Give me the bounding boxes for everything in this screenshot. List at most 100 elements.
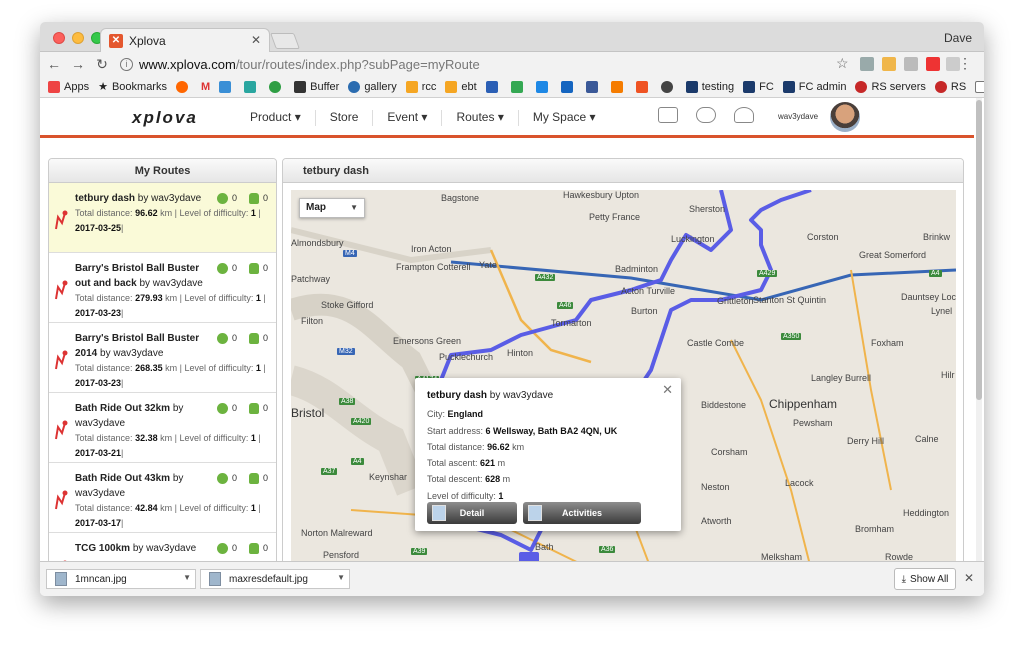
window-controls [53,32,103,44]
like-count-icon [248,473,259,484]
download-count: 0 [231,263,237,273]
user-icon[interactable] [734,107,754,123]
nav-my-space[interactable]: My Space ▾ [519,110,610,126]
bookmark-item[interactable]: FC [743,80,774,93]
bookmark-icon-only[interactable] [510,80,527,93]
extension-icon[interactable] [860,57,874,71]
minimize-window-button[interactable] [72,32,84,44]
star-icon: ★ [98,81,108,93]
bookmark-item[interactable]: Apps [48,80,89,93]
map-place-label: Heddington [903,508,950,518]
download-count: 0 [231,333,237,343]
bookmark-icon-only[interactable] [635,80,652,93]
bookmark-item[interactable]: RS servers [855,80,926,93]
bookmark-item[interactable]: thumb [975,80,984,93]
road-sign: A37 [321,468,338,475]
info-descent: Total descent: 628 m [427,474,511,485]
bookmark-item[interactable]: testing [685,80,734,93]
info-icon[interactable]: i [120,57,133,71]
download-count-icon [216,263,228,274]
route-map[interactable]: Map ▼ Hawkesbury Upton Bagstone Petty Franc… [291,190,956,561]
bookmark-icon-only[interactable] [175,80,192,93]
map-place-label: Sherston [689,204,726,214]
scrollbar-thumb[interactable] [976,100,982,400]
extension-icon[interactable] [904,57,918,71]
nav-store[interactable]: Store [316,110,374,126]
profile-name[interactable]: Dave [944,31,972,45]
xplova-logo[interactable]: xplova [132,108,198,128]
close-icon[interactable]: ✕ [662,382,673,398]
extension-icon[interactable] [926,57,940,71]
bookmark-icon-only[interactable] [219,80,235,93]
bookmark-icon-only[interactable] [485,80,502,93]
nav-routes[interactable]: Routes ▾ [442,110,519,126]
url-host: www.xplova.com [139,56,236,72]
bookmark-item[interactable]: Buffer [294,80,339,93]
map-place-label: Bristol [291,406,325,420]
bookmark-item[interactable]: RS [934,80,966,93]
map-place-label: Rowde [885,552,914,561]
tab-xplova[interactable]: ✕ Xplova ✕ [100,28,270,52]
main-nav: Product ▾ Store Event ▾ Routes ▾ My Spac… [236,110,610,126]
bookmark-icon-only[interactable] [560,80,577,93]
chevron-down-icon[interactable]: ▼ [337,573,345,582]
forward-arrow-icon[interactable]: → [68,56,88,72]
activities-button[interactable]: Activities [523,502,641,524]
map-place-label: Great Somerford [859,250,927,260]
route-list-item[interactable]: 0 0 Bath Ride Out 43km by wav3ydave Total d… [49,463,276,533]
bookmark-icon-only[interactable] [585,80,602,93]
bookmark-icon-only[interactable] [244,80,260,93]
map-panel-title: tetbury dash [283,159,963,183]
route-list-item[interactable]: 0 0 Barry's Bristol Ball Buster out and ba… [49,253,276,323]
mail-icon[interactable] [658,107,678,123]
bookmark-item[interactable]: gallery [348,80,397,93]
reload-icon[interactable]: ↻ [92,56,112,73]
bookmark-item[interactable]: ★ Bookmarks [98,80,167,94]
map-place-label: Luckington [671,234,715,244]
detail-button[interactable]: Detail [427,502,517,524]
back-arrow-icon[interactable]: ← [44,56,64,72]
route-list-item[interactable]: 0 0 tetbury dash by wav3ydave Total distanc… [49,183,276,253]
tab-close-icon[interactable]: ✕ [251,33,261,47]
bookmark-item[interactable]: ebt [445,80,477,93]
new-tab-button[interactable] [270,33,300,49]
menu-dots-icon[interactable]: ⋮ [958,55,972,72]
map-place-label: Derry Hill [847,436,884,446]
download-item[interactable]: 1mncan.jpg ▼ [46,569,196,589]
bookmark-icon-only[interactable]: M [201,81,210,93]
map-place-label: Stoke Gifford [321,300,374,310]
route-list-item[interactable]: 0 0 TCG 100km by wav3ydave [49,533,276,561]
download-item[interactable]: maxresdefault.jpg ▼ [200,569,350,589]
show-all-button[interactable]: ⤓ Show All [894,568,956,590]
username[interactable]: wav3ydave [778,112,818,121]
bookmark-star-icon[interactable]: ☆ [836,55,849,72]
chevron-down-icon[interactable]: ▼ [183,573,191,582]
address-bar[interactable]: i www.xplova.com /tour/routes/index.php?… [120,54,850,74]
bookmark-icon-only[interactable] [535,80,552,93]
bookmark-item[interactable]: rcc [405,80,436,93]
map-place-label: Hawkesbury Upton [563,190,640,200]
info-start-address: Start address: 6 Wellsway, Bath BA2 4QN,… [427,425,618,436]
bookmark-icon-only[interactable] [660,80,677,93]
bookmark-icon-only[interactable] [269,80,285,93]
route-list-item[interactable]: 0 0 Bath Ride Out 32km by wav3ydave Total d… [49,393,276,463]
image-file-icon [55,572,67,586]
nav-product[interactable]: Product ▾ [236,110,316,126]
close-window-button[interactable] [53,32,65,44]
chat-icon[interactable] [696,107,716,123]
extension-icon[interactable] [882,57,896,71]
activities-icon [528,505,542,521]
map-place-label: Bagstone [441,193,480,203]
map-type-select[interactable]: Map ▼ [299,198,365,218]
bookmark-icon-only[interactable] [610,80,627,93]
route-list-item[interactable]: 0 0 Barry's Bristol Ball Buster 2014 by wa… [49,323,276,393]
map-place-label: Iron Acton [411,244,452,254]
bookmark-favicon-icon [610,80,623,93]
page-scrollbar[interactable] [976,98,982,561]
close-icon[interactable]: ✕ [964,571,974,585]
nav-event[interactable]: Event ▾ [373,110,443,126]
map-place-label: Bromham [855,524,895,534]
avatar[interactable] [830,102,860,132]
map-place-label: Keynshar [369,472,408,482]
bookmark-item[interactable]: FC admin [782,80,846,93]
